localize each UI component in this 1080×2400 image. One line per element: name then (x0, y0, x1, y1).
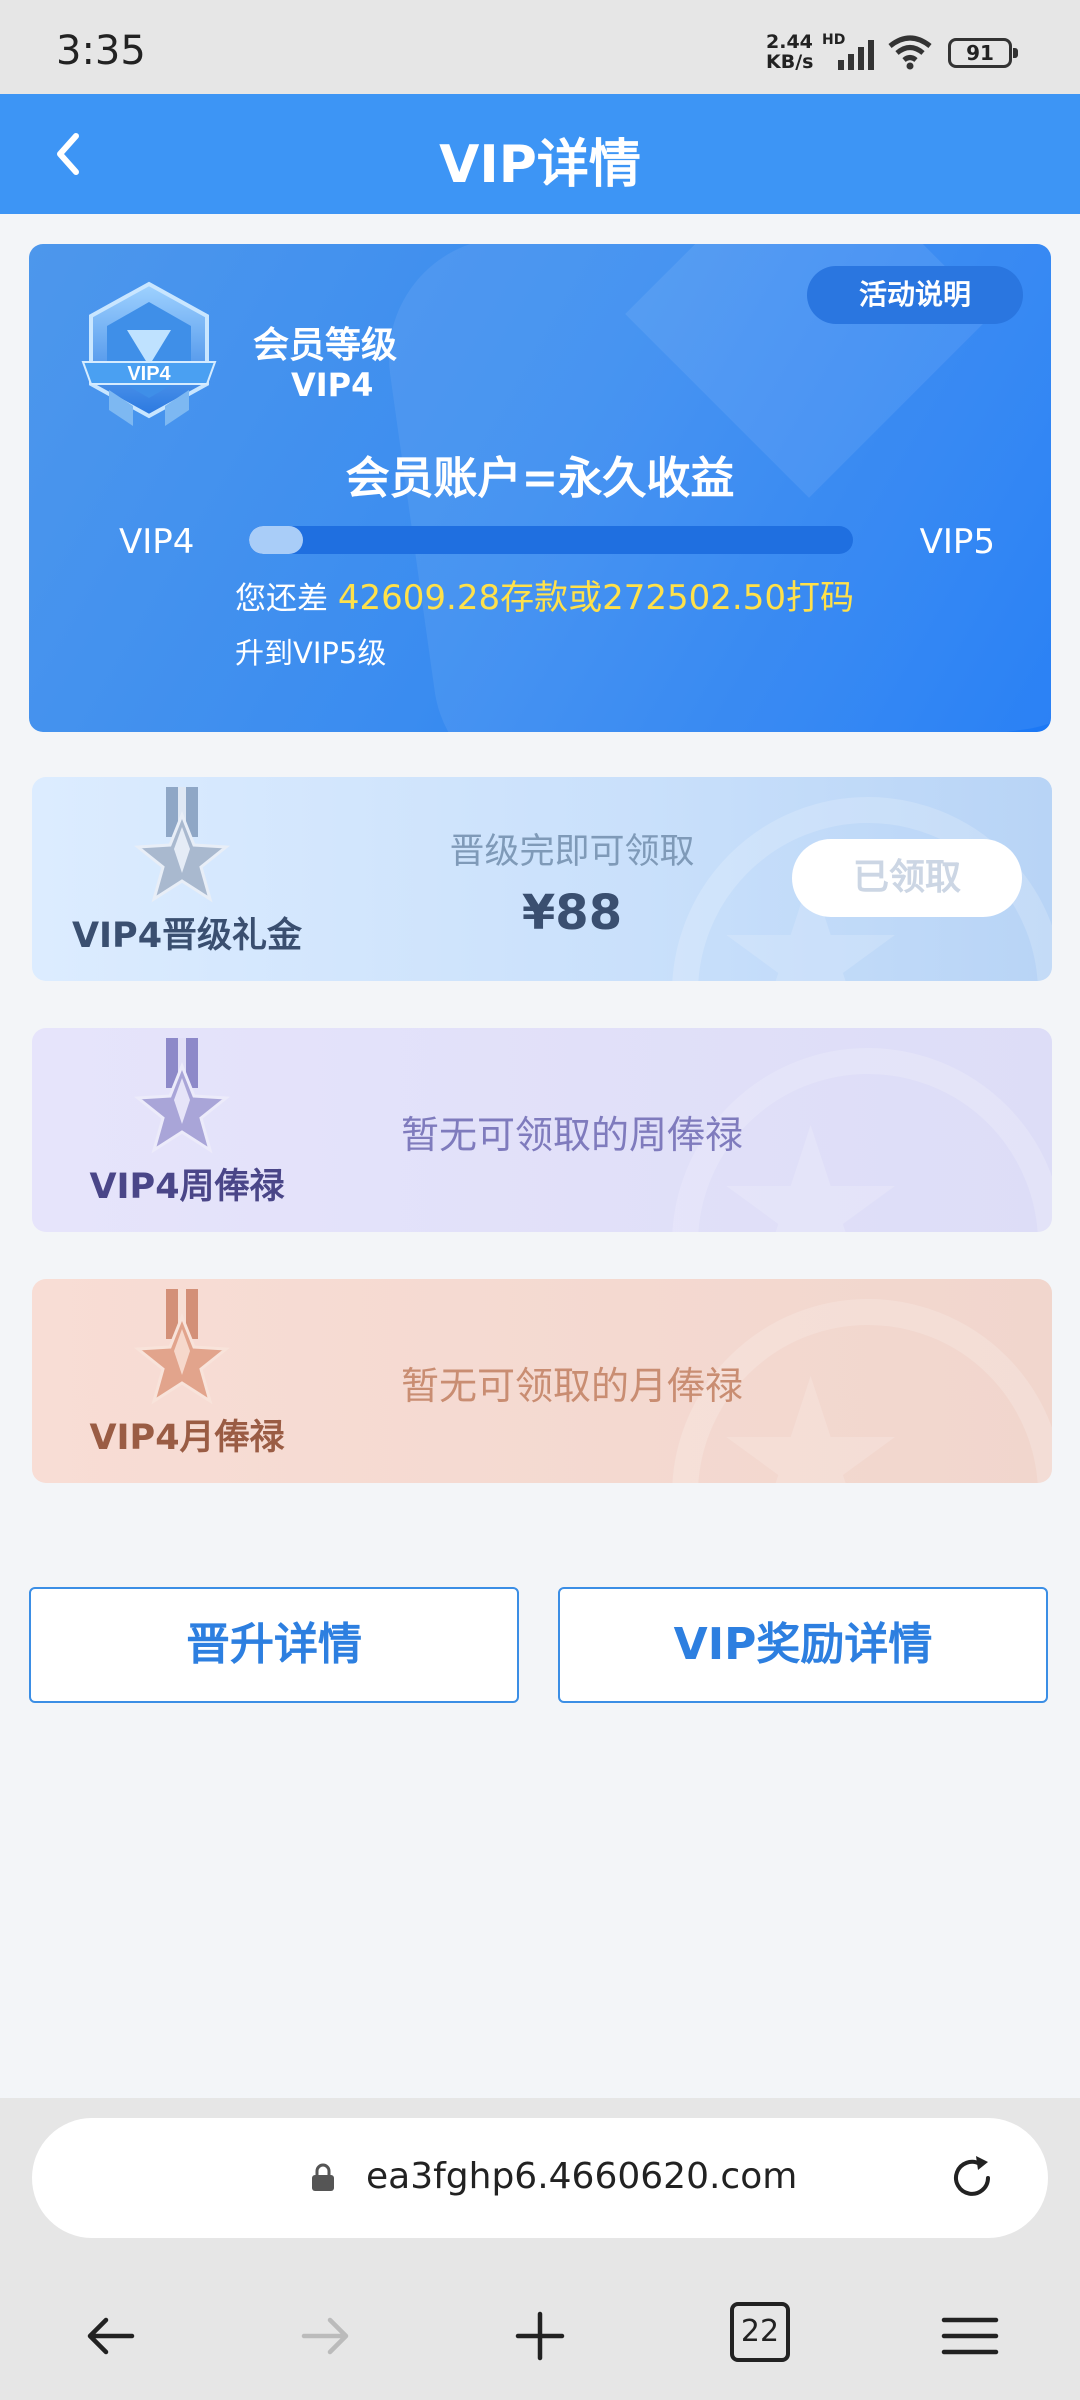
weekly-salary-card: ★ VIP4周俸禄 暂无可领取的周俸禄 (32, 1028, 1052, 1232)
monthly-salary-card: ★ VIP4月俸禄 暂无可领取的月俸禄 (32, 1279, 1052, 1483)
bronze-star-medal-icon (134, 1289, 230, 1405)
level-label: 会员等级 (253, 325, 398, 366)
url-text[interactable]: ea3fghp6.4660620.com (366, 2156, 797, 2197)
empty-reward-text: 暂无可领取的周俸禄 (400, 1113, 743, 1157)
wifi-icon (888, 35, 932, 70)
new-tab-plus-icon[interactable] (500, 2296, 580, 2376)
purple-star-medal-icon (134, 1038, 230, 1154)
promotion-details-button[interactable]: 晋升详情 (29, 1587, 519, 1703)
net-speed-unit: KB/s (766, 51, 814, 73)
browser-bar: ea3fghp6.4660620.com 22 (0, 2098, 1080, 2400)
reward-amount: ¥88 (521, 885, 623, 941)
slogan: 会员账户=永久收益 (345, 453, 735, 504)
vip-level-card: 活动说明 VIP4 会员等级 VIP4 会员账户=永久收益 VIP4 VIP5 … (29, 244, 1051, 732)
upgrade-target: 升到VIP5级 (235, 636, 387, 670)
silver-star-medal-icon (134, 787, 230, 903)
requirement-prefix: 您还差 (235, 581, 328, 617)
menu-icon[interactable] (930, 2296, 1010, 2376)
upgrade-requirement: 您还差 42609.28存款或272502.50打码 (235, 570, 854, 619)
current-level: VIP4 (119, 522, 195, 562)
vip-reward-details-button[interactable]: VIP奖励详情 (558, 1587, 1048, 1703)
reward-name: VIP4周俸禄 (89, 1167, 285, 1207)
empty-reward-text: 暂无可领取的月俸禄 (400, 1364, 743, 1408)
progress-fill (249, 526, 304, 554)
vip-badge-icon: VIP4 (81, 281, 217, 426)
next-level: VIP5 (919, 522, 995, 562)
status-bar: 3:35 2.44 KB/s HD 91 (0, 0, 1080, 94)
address-bar[interactable]: ea3fghp6.4660620.com (32, 2118, 1048, 2238)
activity-rules-button[interactable]: 活动说明 (807, 266, 1023, 324)
battery-icon: 91 (948, 38, 1018, 68)
header-bar: VIP详情 (0, 94, 1080, 214)
tabs-count-button[interactable]: 22 (730, 2302, 790, 2362)
back-arrow-icon[interactable] (70, 2296, 150, 2376)
net-speed-value: 2.44 (766, 31, 813, 53)
page-title: VIP详情 (439, 135, 641, 195)
reward-name: VIP4月俸禄 (89, 1418, 285, 1458)
forward-arrow-icon[interactable] (286, 2296, 366, 2376)
signal-icon (838, 40, 874, 70)
level-progress-bar (249, 526, 853, 554)
requirement-amount: 42609.28存款或272502.50打码 (337, 578, 854, 618)
reward-name: VIP4晋级礼金 (71, 916, 303, 956)
network-speed: 2.44 KB/s (766, 32, 813, 72)
level-value: VIP4 (291, 366, 374, 404)
reload-icon[interactable] (944, 2150, 1000, 2206)
lock-icon (312, 2163, 334, 2191)
claimed-button[interactable]: 已领取 (792, 839, 1022, 917)
status-time: 3:35 (56, 28, 146, 74)
promotion-bonus-card: ★ VIP4晋级礼金 晋级完即可领取 ¥88 已领取 (32, 777, 1052, 981)
reward-condition: 晋级完即可领取 (449, 832, 695, 872)
badge-label: VIP4 (127, 363, 171, 385)
